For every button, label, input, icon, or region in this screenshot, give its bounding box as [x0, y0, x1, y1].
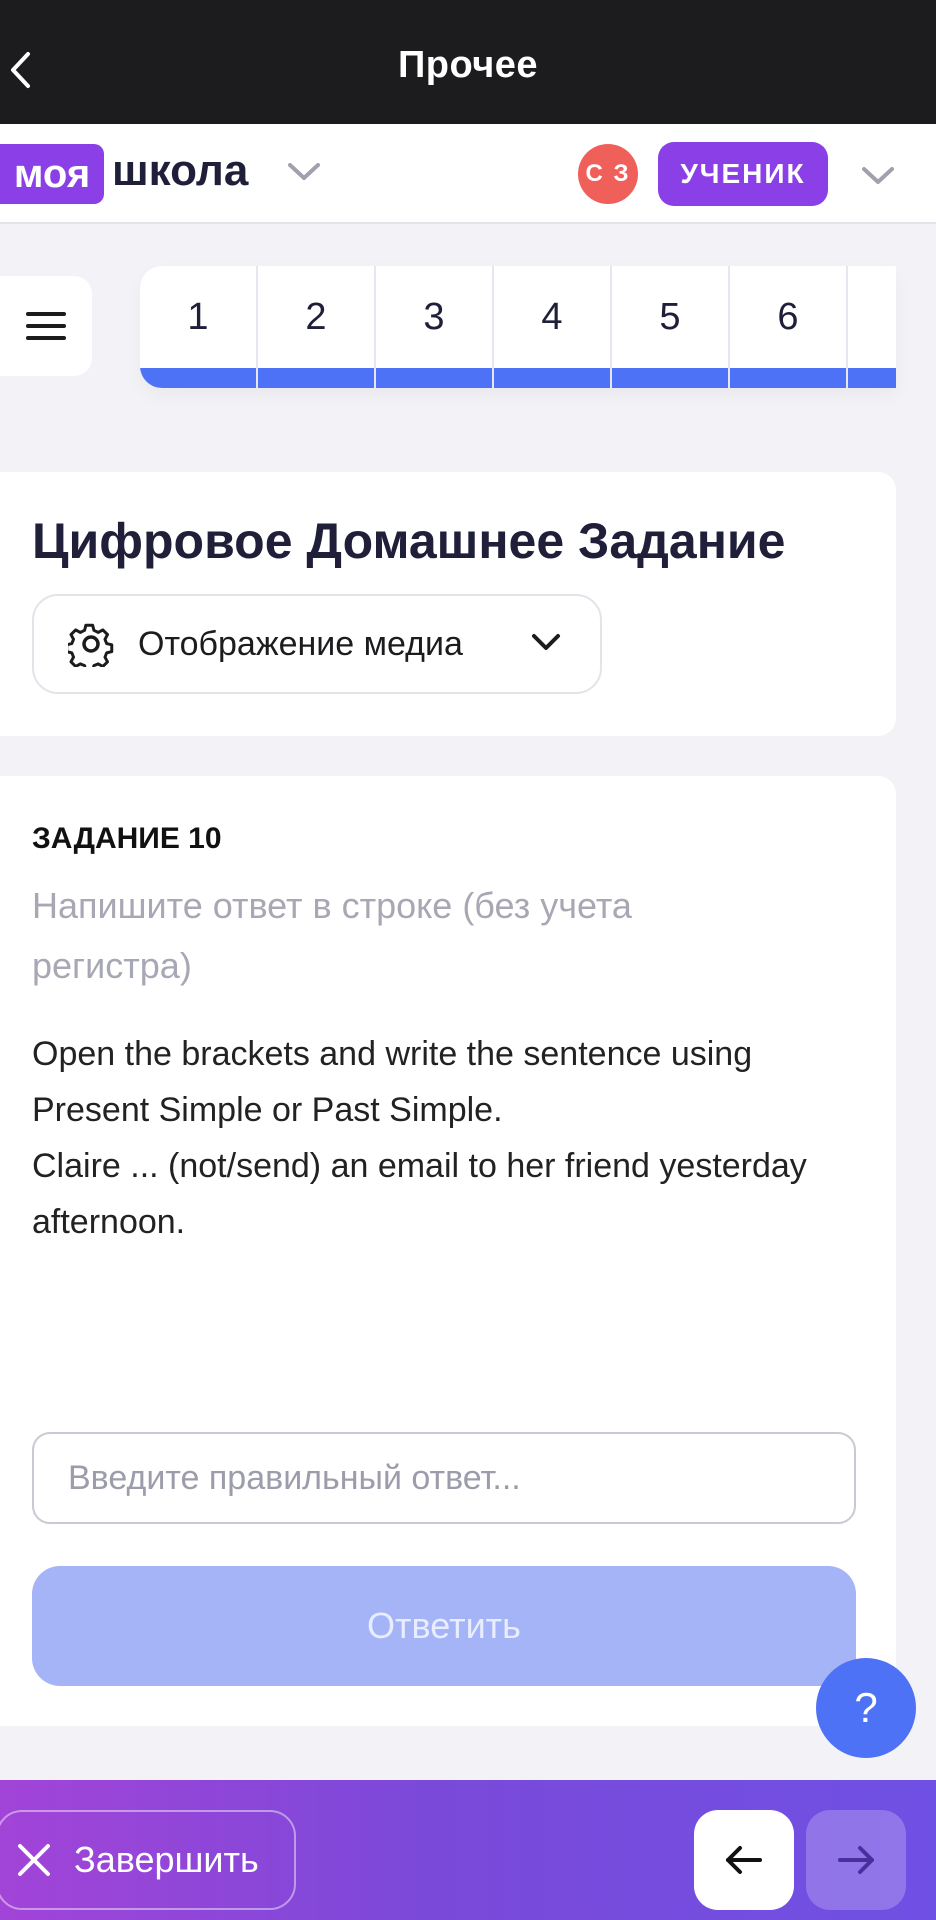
task-question: Open the brackets and write the sentence…	[32, 1026, 872, 1250]
media-display-dropdown[interactable]: Отображение медиа	[32, 594, 602, 694]
tab-task-4[interactable]: 4	[494, 266, 612, 388]
task-card: ЗАДАНИЕ 10 Напишите ответ в строке (без …	[0, 776, 896, 1726]
question-line: Claire ... (not/send) an email to her fr…	[32, 1147, 807, 1241]
chevron-down-icon[interactable]	[860, 164, 896, 188]
finish-label: Завершить	[74, 1839, 259, 1880]
menu-button[interactable]	[0, 276, 92, 376]
submit-answer-button[interactable]: Ответить	[32, 1566, 856, 1686]
previous-task-button[interactable]	[694, 1810, 794, 1910]
gear-icon	[68, 623, 114, 667]
arrow-left-icon	[726, 1846, 762, 1874]
role-badge[interactable]: УЧЕНИК	[658, 142, 828, 206]
logo-badge: моя	[0, 144, 104, 204]
tab-task-2[interactable]: 2	[258, 266, 376, 388]
hamburger-menu-icon	[26, 312, 66, 340]
tab-task-3[interactable]: 3	[376, 266, 494, 388]
app-header: моя школа С З УЧЕНИК	[0, 124, 936, 224]
help-button[interactable]: ?	[816, 1658, 916, 1758]
next-task-button[interactable]	[806, 1810, 906, 1910]
question-mark-icon: ?	[854, 1684, 878, 1731]
chevron-down-icon[interactable]	[286, 160, 322, 184]
tab-task-1[interactable]: 1	[140, 266, 258, 388]
bottom-action-bar: Завершить	[0, 1780, 936, 1920]
finish-button[interactable]: Завершить	[0, 1810, 296, 1910]
top-navigation-bar: Прочее	[0, 0, 936, 124]
arrow-right-icon	[838, 1846, 874, 1874]
tab-task-7[interactable]	[848, 266, 896, 388]
task-tabs: 1 2 3 4 5 6	[140, 266, 896, 388]
assignment-card: Цифровое Домашнее Задание Отображение ме…	[0, 472, 896, 736]
task-number: ЗАДАНИЕ 10	[32, 822, 222, 855]
page-title: Прочее	[397, 44, 539, 86]
chevron-down-icon	[532, 634, 560, 650]
logo-text: школа	[112, 146, 249, 195]
answer-input[interactable]	[32, 1432, 856, 1524]
question-line: Open the brackets and write the sentence…	[32, 1035, 753, 1129]
task-instruction: Напишите ответ в строке (без учета регис…	[32, 885, 632, 986]
tab-task-6[interactable]: 6	[730, 266, 848, 388]
avatar[interactable]: С З	[578, 144, 638, 204]
tab-task-5[interactable]: 5	[612, 266, 730, 388]
assignment-title: Цифровое Домашнее Задание	[32, 513, 786, 569]
media-display-label: Отображение медиа	[138, 624, 463, 663]
close-icon	[18, 1844, 50, 1876]
